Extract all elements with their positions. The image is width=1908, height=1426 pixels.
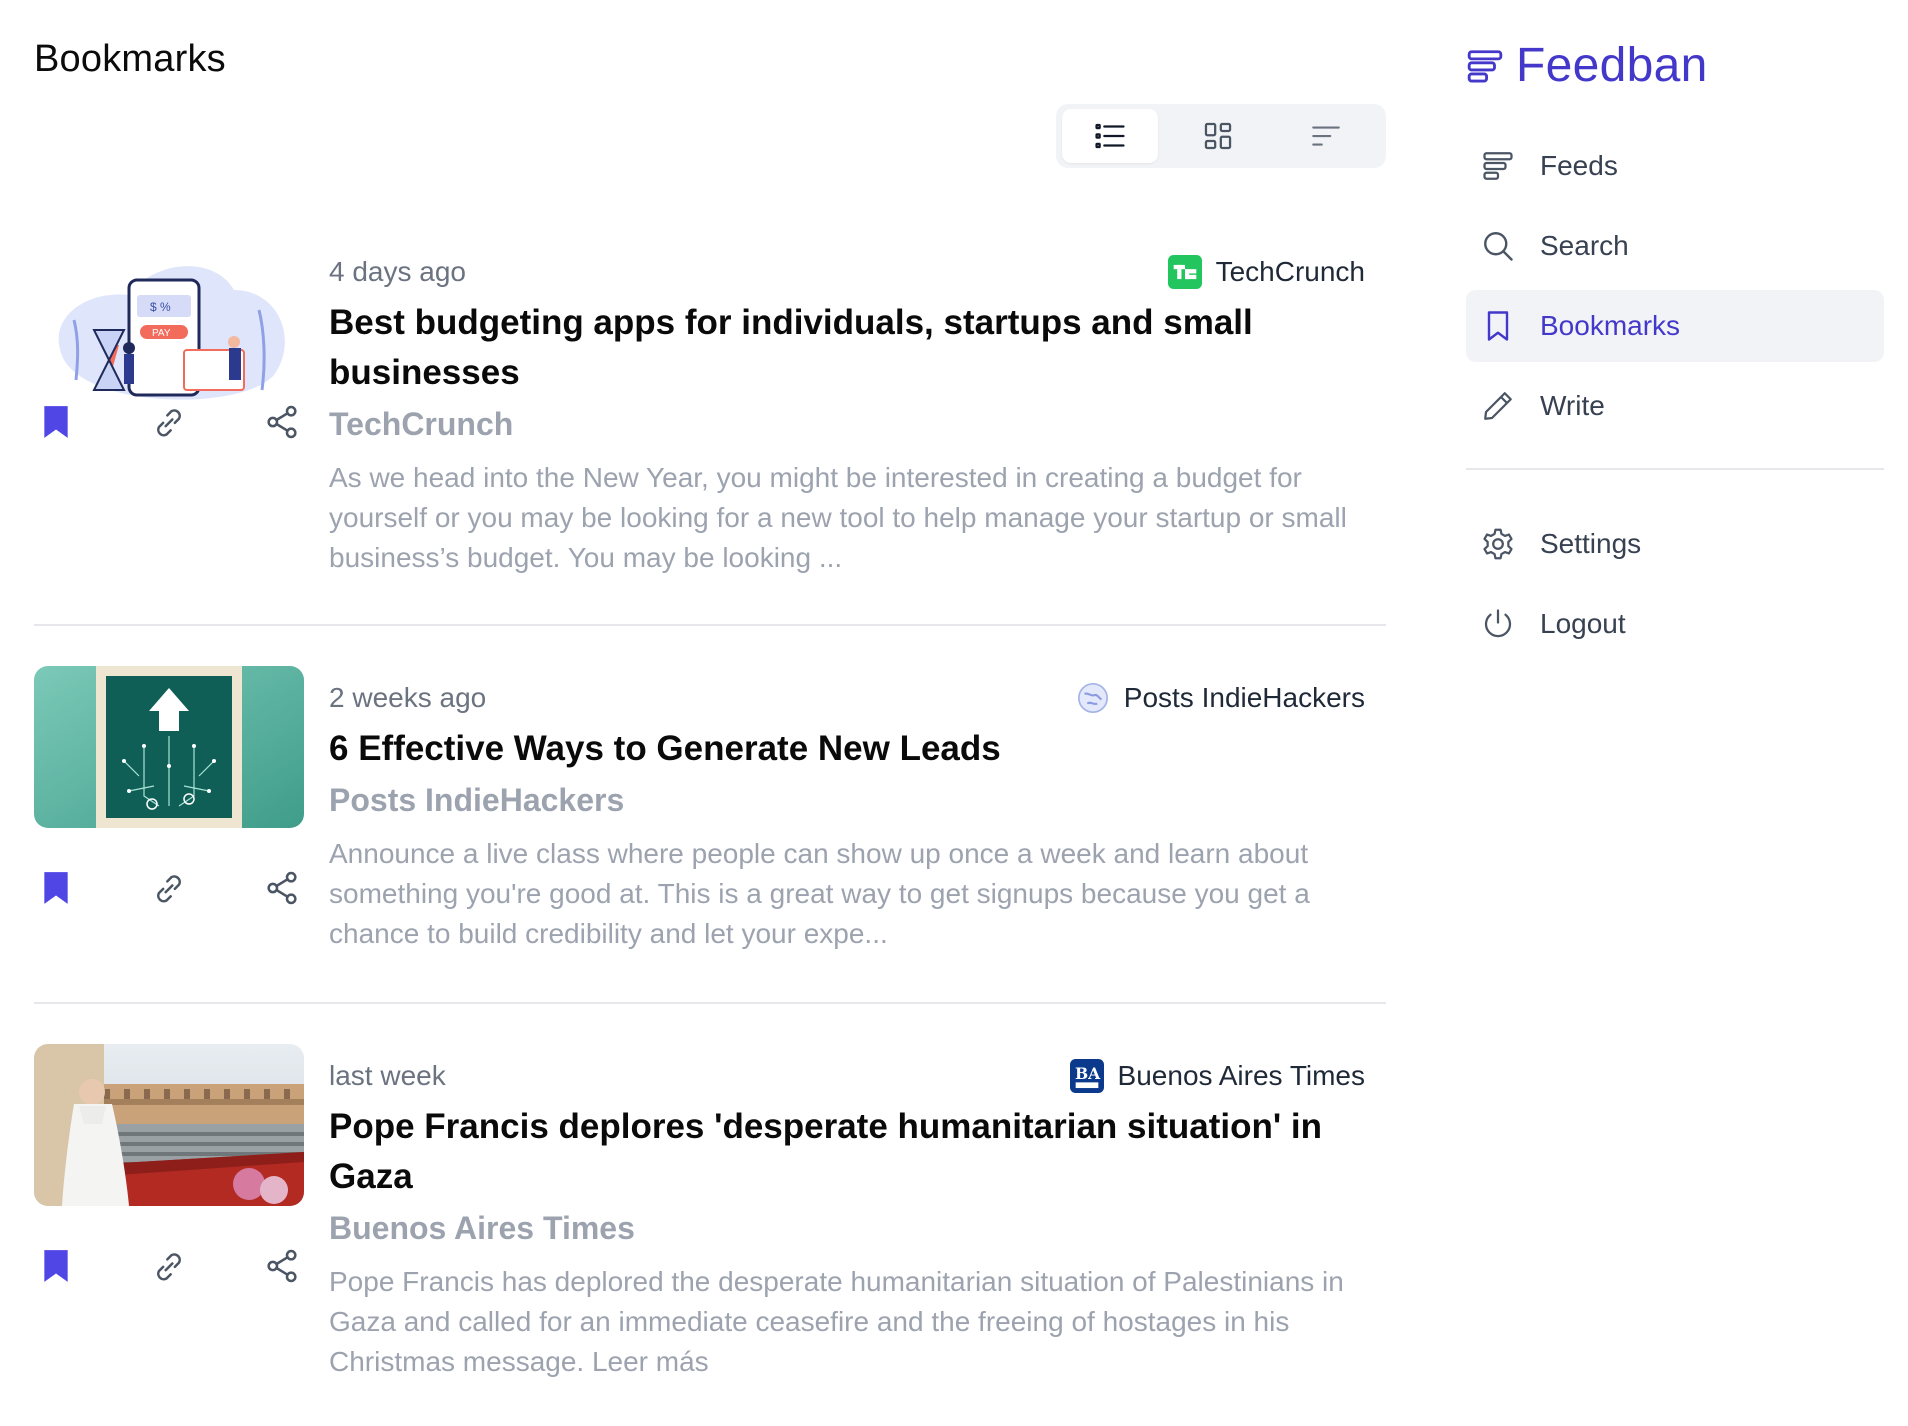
- article-feed-name: Buenos Aires Times: [329, 1210, 635, 1246]
- article-headline[interactable]: Best budgeting apps for individuals, sta…: [329, 298, 1365, 398]
- page-title: Bookmarks: [34, 38, 226, 80]
- article-thumbnail[interactable]: $ % PAY: [34, 250, 304, 412]
- article-summary: Announce a live class where people can s…: [329, 838, 1310, 949]
- article-card: 2 weeks ago Posts IndieHackers 6 Effecti…: [34, 626, 1386, 1004]
- svg-text:PAY: PAY: [152, 328, 171, 339]
- sidebar-divider: [1466, 468, 1884, 470]
- sidebar: Feedban Feeds Search Bookmarks Write Set…: [1466, 0, 1886, 1426]
- article-time: 4 days ago: [329, 256, 466, 287]
- article-source[interactable]: BA Buenos Aires Times: [1069, 1059, 1365, 1093]
- article-source-label: Buenos Aires Times: [1117, 1060, 1365, 1091]
- share-icon: [267, 1249, 297, 1283]
- article-summary: Pope Francis has deplored the desperate …: [329, 1266, 1344, 1377]
- bookmark-icon: [1480, 308, 1516, 344]
- share-icon: [267, 871, 297, 905]
- bookmark-filled-icon: [44, 872, 68, 904]
- article-source-label: TechCrunch: [1215, 256, 1365, 287]
- copy-link-button[interactable]: [147, 1244, 191, 1288]
- sidebar-nav: Feeds Search Bookmarks Write Settings Lo…: [1466, 130, 1884, 668]
- feeds-icon: [1480, 148, 1516, 184]
- article-body: 2 weeks ago Posts IndieHackers 6 Effecti…: [329, 678, 1365, 954]
- share-button[interactable]: [260, 866, 304, 910]
- copy-link-button[interactable]: [147, 400, 191, 444]
- article-source-label: Posts IndieHackers: [1123, 682, 1365, 713]
- sidebar-item-settings[interactable]: Settings: [1466, 508, 1884, 580]
- article-headline[interactable]: 6 Effective Ways to Generate New Leads: [329, 724, 1365, 774]
- brand-logo[interactable]: Feedban: [1466, 38, 1708, 93]
- link-icon: [157, 875, 181, 903]
- share-button[interactable]: [260, 400, 304, 444]
- pope-balcony-photo-image: [34, 1044, 304, 1206]
- article-source[interactable]: TechCrunch: [1167, 255, 1365, 289]
- sidebar-item-label: Bookmarks: [1540, 310, 1681, 341]
- copy-link-button[interactable]: [147, 866, 191, 910]
- article-headline[interactable]: Pope Francis deplores 'desperate humanit…: [329, 1102, 1365, 1202]
- techcrunch-logo-icon: [1167, 255, 1202, 289]
- article-source[interactable]: Posts IndieHackers: [1076, 681, 1365, 715]
- article-card: $ % PAY 4 days ago TechCrunch Best budge…: [34, 200, 1386, 626]
- sidebar-item-search[interactable]: Search: [1466, 210, 1884, 282]
- pencil-icon: [1480, 388, 1516, 424]
- feedban-logo-icon: [1467, 49, 1503, 82]
- gear-icon: [1480, 526, 1516, 562]
- power-icon: [1480, 606, 1516, 642]
- bookmark-button[interactable]: [34, 1244, 78, 1288]
- link-icon: [157, 409, 181, 437]
- article-feed-name: TechCrunch: [329, 406, 514, 442]
- compact-view-button[interactable]: [1278, 109, 1374, 163]
- grid-icon: [1204, 122, 1232, 150]
- leads-illustration-image: [34, 666, 304, 828]
- article-body: 4 days ago TechCrunch Best budgeting app…: [329, 252, 1365, 578]
- article-feed-name: Posts IndieHackers: [329, 782, 625, 818]
- article-summary: As we head into the New Year, you might …: [329, 462, 1347, 573]
- article-actions: [34, 858, 304, 918]
- main-content: Bookmarks $ % PAY 4 days ago TechCrunch …: [34, 0, 1386, 1426]
- brand-name: Feedban: [1516, 39, 1708, 92]
- sidebar-item-label: Feeds: [1540, 150, 1618, 181]
- sidebar-item-write[interactable]: Write: [1466, 370, 1884, 442]
- sidebar-item-label: Write: [1540, 390, 1605, 421]
- article-actions: [34, 1236, 304, 1296]
- article-thumbnail[interactable]: [34, 1044, 304, 1206]
- grid-view-button[interactable]: [1170, 109, 1266, 163]
- sidebar-item-bookmarks[interactable]: Bookmarks: [1466, 290, 1884, 362]
- search-icon: [1480, 228, 1516, 264]
- article-time: last week: [329, 1060, 446, 1091]
- ba-times-logo-icon: BA: [1069, 1059, 1104, 1093]
- list-view-button[interactable]: [1062, 109, 1158, 163]
- sidebar-item-label: Logout: [1540, 608, 1626, 639]
- article-list: $ % PAY 4 days ago TechCrunch Best budge…: [34, 200, 1386, 1426]
- article-meta: 4 days ago TechCrunch: [329, 252, 1365, 292]
- sidebar-item-feeds[interactable]: Feeds: [1466, 130, 1884, 202]
- bookmark-button[interactable]: [34, 400, 78, 444]
- share-button[interactable]: [260, 1244, 304, 1288]
- bookmark-filled-icon: [44, 1250, 68, 1282]
- globe-icon: [1076, 681, 1110, 715]
- view-toggle: [1056, 104, 1386, 168]
- article-meta: last week BA Buenos Aires Times: [329, 1056, 1365, 1096]
- sidebar-item-label: Settings: [1540, 528, 1642, 559]
- bookmark-button[interactable]: [34, 866, 78, 910]
- compact-list-icon: [1312, 126, 1340, 146]
- article-thumbnail[interactable]: [34, 666, 304, 828]
- share-icon: [267, 405, 297, 439]
- link-icon: [157, 1253, 181, 1281]
- svg-text:$ %: $ %: [150, 300, 171, 314]
- svg-text:BA: BA: [1075, 1064, 1101, 1083]
- sidebar-item-logout[interactable]: Logout: [1466, 588, 1884, 660]
- list-icon: [1095, 123, 1125, 149]
- article-actions: [34, 392, 304, 452]
- article-time: 2 weeks ago: [329, 682, 487, 713]
- bookmark-filled-icon: [44, 406, 68, 438]
- article-body: last week BA Buenos Aires Times Pope Fra…: [329, 1056, 1365, 1382]
- article-meta: 2 weeks ago Posts IndieHackers: [329, 678, 1365, 718]
- budget-illustration-image: $ % PAY: [34, 250, 304, 412]
- article-card: last week BA Buenos Aires Times Pope Fra…: [34, 1004, 1386, 1426]
- sidebar-item-label: Search: [1540, 230, 1629, 261]
